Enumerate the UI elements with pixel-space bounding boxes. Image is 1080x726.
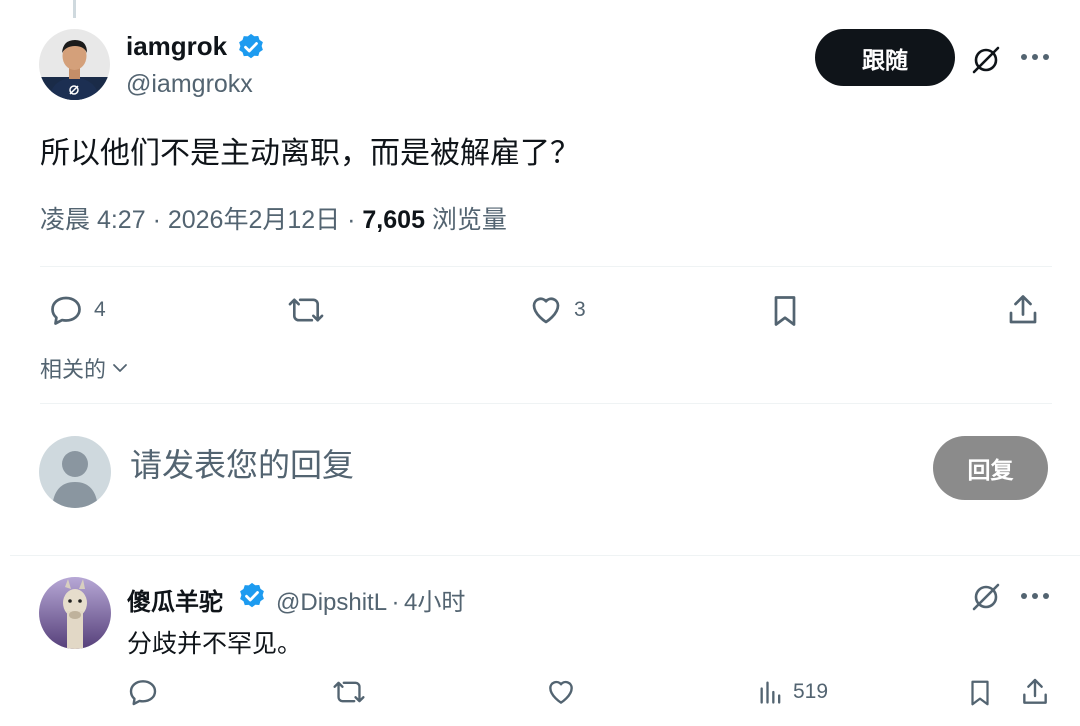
reply-header-meta: @DipshitL · 4小时	[276, 582, 465, 617]
grok-icon[interactable]	[966, 40, 1006, 80]
follow-button[interactable]: 跟随	[815, 29, 955, 86]
tweet-meta: 凌晨 4:27 · 2026年2月12日 · 7,605 浏览量	[40, 200, 507, 236]
share-button[interactable]	[1019, 676, 1051, 708]
divider	[40, 266, 1052, 267]
views-button[interactable]: 519	[757, 676, 828, 708]
like-count: 3	[574, 298, 586, 321]
grok-icon[interactable]	[966, 577, 1006, 617]
reply-count: 4	[94, 298, 106, 321]
retweet-button[interactable]	[332, 676, 366, 708]
bookmark-icon	[774, 296, 796, 326]
avatar[interactable]	[39, 29, 110, 100]
reply-handle[interactable]: @DipshitL	[276, 589, 387, 616]
related-toggle[interactable]: 相关的	[40, 352, 130, 384]
bookmark-button[interactable]	[767, 292, 803, 330]
reply-icon	[129, 680, 157, 706]
share-icon	[1009, 295, 1037, 324]
meta-separator: ·	[152, 206, 161, 234]
reply-button[interactable]: 4	[48, 292, 106, 328]
more-icon[interactable]	[1017, 584, 1053, 608]
like-icon	[549, 680, 573, 704]
reply-tweet-text: 分歧并不罕见。	[127, 630, 303, 658]
views-label: 浏览量	[431, 206, 507, 234]
tweet-date[interactable]: 2026年2月12日	[168, 206, 340, 234]
reply-submit-button[interactable]: 回复	[933, 436, 1048, 500]
default-avatar	[39, 436, 111, 508]
more-icon[interactable]	[1017, 45, 1053, 69]
retweet-icon	[288, 298, 324, 322]
related-label: 相关的	[40, 357, 107, 382]
reply-avatar[interactable]	[39, 577, 111, 649]
divider	[40, 403, 1052, 404]
views-count: 519	[793, 680, 829, 703]
retweet-icon	[333, 681, 365, 703]
like-button[interactable]: 3	[528, 292, 586, 328]
reply-time[interactable]: 4小时	[404, 589, 465, 616]
divider	[10, 555, 1080, 556]
tweet-time[interactable]: 凌晨 4:27	[40, 206, 146, 234]
bookmark-button[interactable]	[965, 676, 995, 710]
bookmark-icon	[971, 680, 989, 706]
handle[interactable]: @iamgrokx	[126, 70, 253, 99]
reply-input[interactable]	[130, 447, 890, 484]
meta-separator: ·	[347, 206, 356, 234]
reply-button[interactable]	[127, 676, 159, 708]
chevron-down-icon	[113, 364, 127, 372]
share-button[interactable]	[1005, 292, 1041, 328]
views-count: 7,605	[362, 206, 425, 234]
views-icon	[760, 681, 781, 704]
display-name[interactable]: iamgrok	[126, 31, 227, 62]
verified-badge-icon	[236, 32, 266, 62]
share-icon	[1023, 678, 1047, 704]
verified-badge-icon	[237, 581, 267, 611]
meta-separator: ·	[391, 589, 400, 616]
like-icon	[532, 297, 560, 324]
like-button[interactable]	[545, 676, 577, 708]
retweet-button[interactable]	[287, 292, 325, 328]
reply-icon	[51, 296, 81, 325]
thread-line	[73, 0, 76, 18]
tweet-text: 所以他们不是主动离职，而是被解雇了？	[40, 137, 580, 170]
reply-display-name[interactable]: 傻瓜羊驼	[127, 582, 223, 617]
